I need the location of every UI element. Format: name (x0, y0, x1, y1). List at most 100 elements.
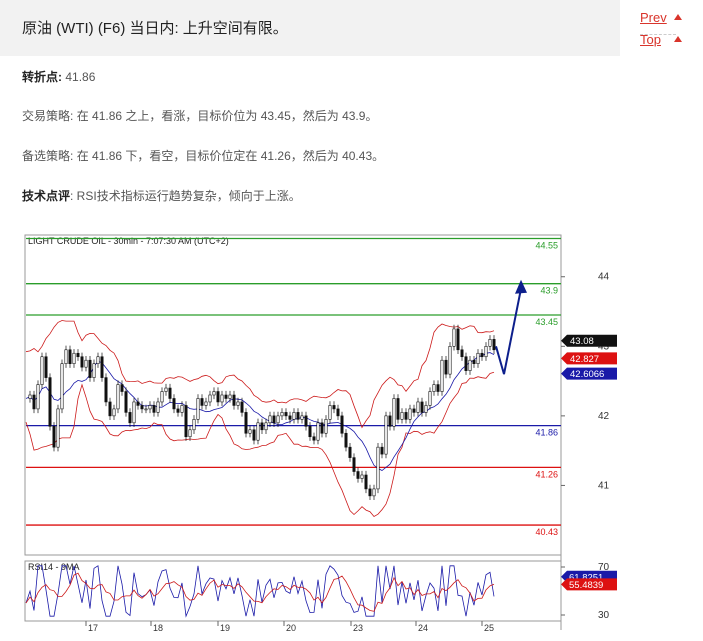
comment-label: 技术点评 (22, 189, 71, 203)
candle-body (404, 412, 408, 420)
candle-body (208, 394, 212, 403)
candle-body (136, 401, 140, 406)
candle-body (440, 359, 444, 392)
arrow-up-icon (674, 14, 682, 20)
candle-body (360, 474, 364, 479)
candle-body (476, 352, 480, 364)
candle-body (280, 412, 284, 417)
candle-body (372, 488, 376, 497)
price-axis-ticks: 44434241 (561, 272, 610, 491)
candle-body (164, 387, 168, 392)
candle-body (328, 405, 332, 420)
date-tick-label-3: 20 (286, 623, 296, 633)
date-tick-label-2: 19 (220, 623, 230, 633)
candle-body (116, 384, 120, 410)
pivot-label: 转折点: (22, 70, 62, 84)
candle-body (216, 391, 220, 403)
crude-oil-chart: LIGHT CRUDE OIL - 30min - 7:07:30 AM (UT… (24, 234, 617, 633)
candle-body (120, 384, 124, 392)
candle-body (364, 474, 368, 490)
candle-body (308, 426, 312, 438)
price-tags: 43.08 42.827 42.6066 (561, 334, 617, 380)
candle-body (276, 415, 280, 424)
candle-body (224, 394, 228, 399)
candle-body (444, 359, 448, 375)
candle-body (192, 419, 196, 431)
comment-line: 技术点评: RSI技术指标运行趋势复杂，倾向于上涨。 (22, 187, 301, 204)
candle-body (376, 446, 380, 490)
candle-body (220, 394, 224, 403)
date-tick-label-1: 18 (153, 623, 163, 633)
date-tick-label-4: 23 (353, 623, 363, 633)
candle-body (436, 384, 440, 392)
alt-strategy-label: 备选策略: (22, 149, 74, 163)
candle-body (400, 412, 404, 420)
candle-body (384, 415, 388, 455)
candle-body (240, 401, 244, 413)
candle-body (412, 408, 416, 413)
candle-body (288, 415, 292, 420)
strategy-label: 交易策略: (22, 109, 74, 123)
price-tag-label-0: 43.08 (570, 336, 594, 347)
candle-body (168, 387, 172, 399)
candle-body (156, 401, 160, 413)
alt-strategy-text: 在 41.86 下，看空，目标价位定在 41.26，然后为 40.43。 (76, 149, 385, 163)
candle-body (252, 429, 256, 441)
candle-body (112, 408, 116, 417)
candle-body (428, 391, 432, 406)
candle-body (260, 422, 264, 431)
candle-body (184, 405, 188, 438)
candle-body (92, 363, 96, 378)
candle-body (144, 408, 148, 411)
pivot-line: 转折点: 41.86 (22, 68, 95, 85)
prev-link[interactable]: Prev (640, 10, 700, 26)
candle-body (460, 349, 464, 358)
rsi-tags: 61.825155.4839 (561, 570, 617, 591)
candle-body (448, 346, 452, 375)
candle-body (296, 412, 300, 420)
candle-body (152, 405, 156, 413)
candle-body (272, 415, 276, 424)
candle-body (32, 394, 36, 410)
candle-body (420, 401, 424, 413)
candle-body (100, 356, 104, 378)
candle-body (264, 422, 268, 431)
candle-body (48, 377, 52, 427)
candle-body (176, 408, 180, 413)
candle-body (284, 412, 288, 417)
candle-body (424, 405, 428, 413)
candle-body (212, 391, 216, 396)
candle-body (340, 415, 344, 434)
nav-divider (640, 34, 676, 35)
candle-body (336, 408, 340, 417)
candle-body (160, 391, 164, 403)
candle-body (344, 432, 348, 448)
candle-body (56, 408, 60, 448)
strategy-text: 在 41.86 之上，看涨，目标价位为 43.45，然后为 43.9。 (76, 109, 378, 123)
date-tick-label-6: 25 (484, 623, 494, 633)
level-label-5: 40.43 (535, 527, 558, 537)
candle-body (148, 405, 152, 410)
arrow-up-icon (674, 36, 682, 42)
candle-body (464, 356, 468, 371)
level-label-3: 41.86 (535, 428, 558, 438)
price-tick-label-2: 42 (598, 411, 610, 422)
candle-body (244, 412, 248, 434)
chart-title: LIGHT CRUDE OIL - 30min - 7:07:30 AM (UT… (28, 236, 229, 246)
page-title: 原油 (WTI) (F6) 当日内: 上升空间有限。 (22, 20, 288, 37)
page-header: 原油 (WTI) (F6) 当日内: 上升空间有限。 (0, 0, 620, 56)
candle-body (44, 356, 48, 378)
candle-body (472, 359, 476, 364)
candle-body (380, 446, 384, 455)
candle-body (268, 415, 272, 424)
level-label-0: 44.55 (535, 240, 558, 250)
date-tick-label-5: 24 (418, 623, 428, 633)
date-tick-label-0: 17 (88, 623, 98, 633)
candle-body (60, 363, 64, 410)
candle-body (196, 398, 200, 420)
candle-body (292, 412, 296, 420)
candle-body (356, 471, 360, 479)
price-tick-label-3: 41 (598, 480, 610, 491)
candle-body (304, 415, 308, 427)
candle-body (492, 339, 496, 351)
